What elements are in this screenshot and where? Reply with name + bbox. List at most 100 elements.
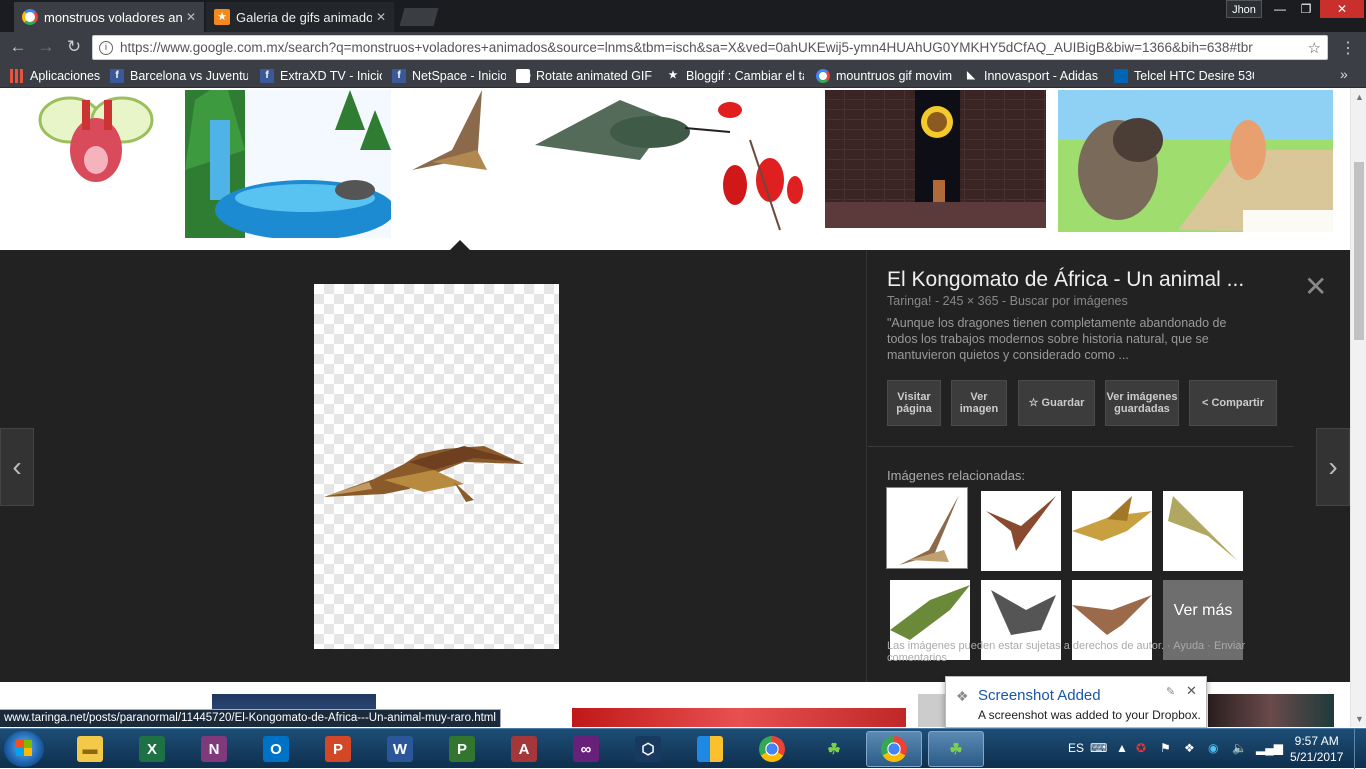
next-image-button[interactable]: ›	[1316, 428, 1350, 506]
result-thumbnail[interactable]	[402, 90, 512, 190]
back-icon[interactable]: ←	[8, 37, 28, 57]
bookmark-bloggif[interactable]: ★ Bloggif : Cambiar el ta	[666, 67, 804, 84]
result-thumbnail[interactable]	[825, 90, 1046, 228]
bookmark-netspace[interactable]: f NetSpace - Inicio	[392, 67, 506, 84]
related-image-thumbnail[interactable]	[1072, 491, 1152, 571]
access-icon[interactable]: A	[496, 731, 552, 767]
project-icon[interactable]: P	[434, 731, 490, 767]
close-icon[interactable]: ✕	[376, 10, 386, 24]
start-button[interactable]	[4, 731, 44, 767]
onenote-icon[interactable]: N	[186, 731, 242, 767]
preview-description: "Aunque los dragones tienen completament…	[887, 316, 1227, 362]
keyboard-icon[interactable]: ⌨	[1090, 741, 1107, 755]
bookmark-extraxd[interactable]: f ExtraXD TV - Inicio	[260, 67, 382, 84]
footprint-app-icon[interactable]: ☘	[806, 731, 862, 767]
pixel-monster-image	[38, 96, 154, 182]
action-center-flag-icon[interactable]: ⚑	[1160, 741, 1171, 755]
acrobat-icon[interactable]: ✪	[1136, 741, 1146, 755]
bookmark-mountruos[interactable]: mountruos gif movim	[816, 67, 954, 84]
result-thumbnail[interactable]	[1058, 90, 1333, 232]
bookmark-rotate-gif[interactable]: CG Rotate animated GIF |	[516, 67, 652, 84]
bookmark-label: mountruos gif movim	[836, 68, 953, 83]
outlook-icon[interactable]: O	[248, 731, 304, 767]
dropbox-tray-icon[interactable]: ❖	[1184, 741, 1195, 755]
bookmark-star-icon[interactable]: ☆	[1308, 39, 1321, 57]
result-thumbnail[interactable]	[918, 694, 948, 727]
visit-page-button[interactable]: Visitar página	[887, 380, 941, 426]
word-icon[interactable]: W	[372, 731, 428, 767]
menu-icon[interactable]: ⋮	[1340, 38, 1356, 58]
forward-icon[interactable]: →	[36, 37, 56, 57]
close-preview-icon[interactable]: ✕	[1304, 270, 1327, 303]
star-icon: ★	[214, 9, 230, 25]
chrome-icon[interactable]	[744, 731, 800, 767]
bookmark-aplicaciones[interactable]: Aplicaciones	[10, 67, 100, 84]
minimize-icon[interactable]: —	[1268, 0, 1292, 18]
share-button[interactable]: < Compartir	[1189, 380, 1277, 426]
virtualbox-icon[interactable]: ⬡	[620, 731, 676, 767]
bookmark-label: Rotate animated GIF |	[536, 68, 652, 83]
restore-icon[interactable]: ❐	[1294, 0, 1318, 18]
view-saved-images-button[interactable]: Ver imágenes guardadas	[1105, 380, 1179, 426]
flag-icon	[1114, 68, 1128, 83]
bookmark-barcelona[interactable]: f Barcelona vs Juventus	[110, 67, 248, 84]
dropbox-notification[interactable]: ❖ Screenshot Added A screenshot was adde…	[945, 676, 1207, 728]
scrollbar-thumb[interactable]	[1354, 162, 1364, 340]
close-icon[interactable]: ✕	[186, 10, 196, 24]
scroll-down-icon[interactable]: ▼	[1355, 714, 1364, 724]
tiles-app-icon[interactable]	[682, 731, 738, 767]
result-thumbnail[interactable]	[572, 708, 906, 727]
close-icon[interactable]: ✕	[1186, 683, 1197, 699]
clock[interactable]: 9:57 AM 5/21/2017	[1290, 733, 1343, 765]
facebook-icon: f	[260, 68, 274, 83]
bookmark-label: ExtraXD TV - Inicio	[280, 68, 382, 83]
excel-icon[interactable]: X	[124, 731, 180, 767]
visual-studio-icon[interactable]: ∞	[558, 731, 614, 767]
language-indicator[interactable]: ES	[1068, 741, 1084, 755]
file-explorer-icon[interactable]: ▬	[62, 731, 118, 767]
chrome-icon[interactable]	[866, 731, 922, 767]
show-desktop-button[interactable]	[1354, 729, 1366, 769]
pin-icon[interactable]: ✎	[1166, 685, 1175, 698]
bookmark-telcel[interactable]: Telcel HTC Desire 530	[1114, 67, 1254, 84]
reload-icon[interactable]: ↻	[64, 37, 84, 57]
bookmark-label: Bloggif : Cambiar el ta	[686, 68, 804, 83]
pterosaur-image	[986, 496, 1056, 551]
result-thumbnail[interactable]	[30, 90, 160, 200]
related-image-thumbnail[interactable]	[1163, 491, 1243, 571]
more-bookmarks-icon[interactable]: »	[1340, 66, 1348, 82]
info-icon[interactable]: i	[99, 40, 113, 55]
show-hidden-icons-icon[interactable]: ▲	[1116, 741, 1128, 755]
bookmark-innovasport[interactable]: ◣ Innovasport - Adidas	[964, 67, 1100, 84]
result-thumbnail[interactable]	[1208, 694, 1334, 727]
divider	[868, 446, 1294, 447]
preview-title[interactable]: El Kongomato de África - Un animal ...	[887, 268, 1244, 292]
window-close-icon[interactable]: ✕	[1320, 0, 1364, 18]
scroll-up-icon[interactable]: ▲	[1355, 92, 1364, 102]
star-icon: ★	[668, 69, 678, 81]
status-bar-url: www.taringa.net/posts/paranormal/1144572…	[0, 709, 501, 727]
result-thumbnail[interactable]	[185, 90, 391, 238]
signal-strength-icon[interactable]: ▂▄▆	[1256, 741, 1283, 755]
tab-title: monstruos voladores ani	[44, 9, 182, 25]
powerpoint-icon[interactable]: P	[310, 731, 366, 767]
url-text: https://www.google.com.mx/search?q=monst…	[120, 40, 1253, 55]
new-tab-button[interactable]	[399, 8, 439, 26]
view-image-button[interactable]: Ver imagen	[951, 380, 1007, 426]
previous-image-button[interactable]: ‹	[0, 428, 34, 506]
windows-taskbar: ▬ X N O P W P A ∞ ⬡ ☘ ☘ ES ⌨ ▲ ✪ ⚑ ❖ ◉ 🔈…	[0, 728, 1366, 769]
result-thumbnail[interactable]	[530, 90, 812, 232]
profile-button[interactable]: Jhon	[1226, 0, 1262, 18]
related-image-thumbnail[interactable]	[981, 491, 1061, 571]
network-sync-icon[interactable]: ◉	[1208, 741, 1218, 755]
related-image-thumbnail[interactable]	[886, 487, 968, 569]
address-bar[interactable]: i https://www.google.com.mx/search?q=mon…	[92, 35, 1328, 60]
waterfall-image	[185, 90, 391, 238]
footprint-app-icon[interactable]: ☘	[928, 731, 984, 767]
tab-galeria[interactable]: ★ Galeria de gifs animados ✕	[206, 2, 394, 32]
save-button[interactable]: ☆ Guardar	[1018, 380, 1095, 426]
volume-icon[interactable]: 🔈	[1232, 741, 1247, 755]
tab-monstruos[interactable]: monstruos voladores ani ✕	[14, 2, 204, 32]
preview-image[interactable]	[314, 284, 559, 649]
page-scrollbar[interactable]: ▲ ▼	[1350, 88, 1366, 727]
